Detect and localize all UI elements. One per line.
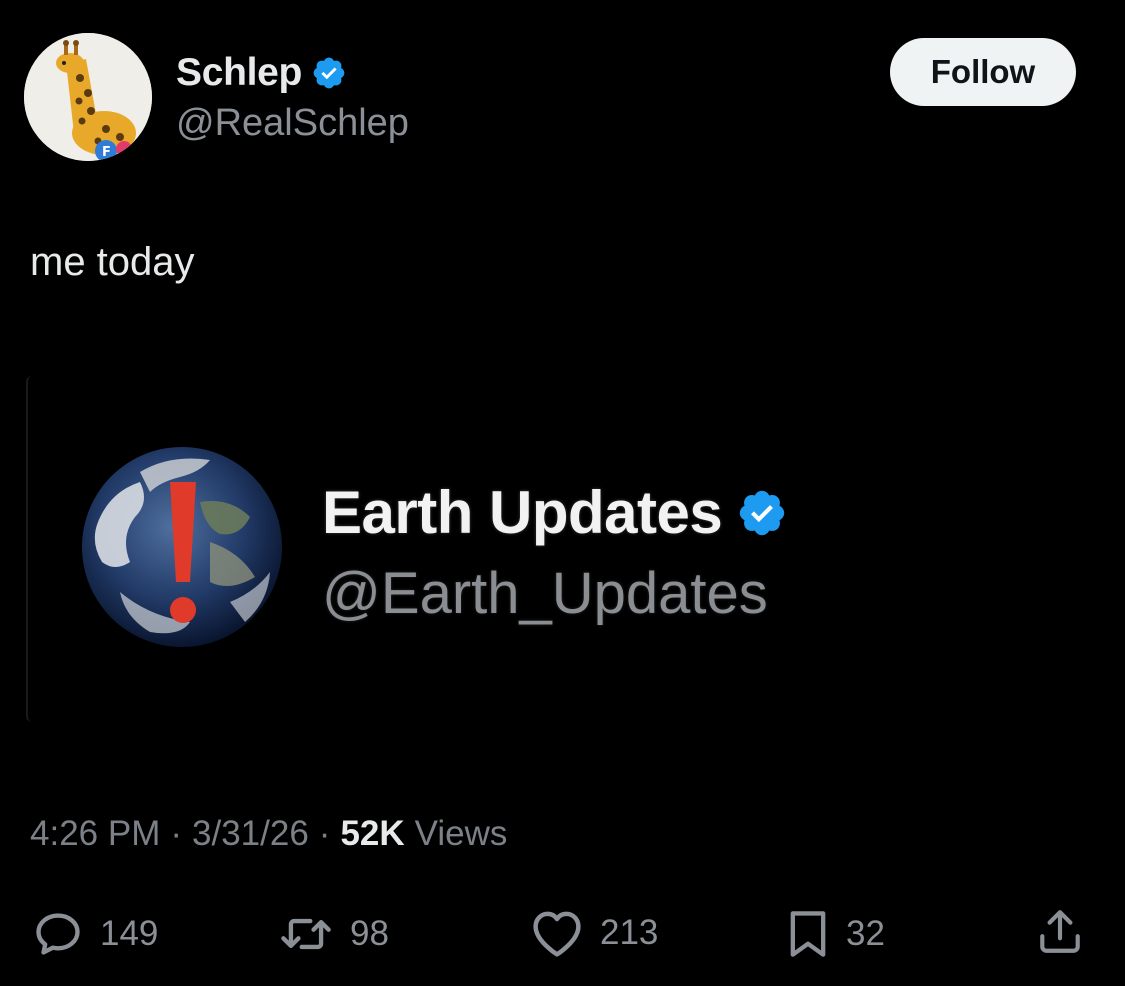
earth-with-exclamation-icon <box>82 447 282 647</box>
views-count[interactable]: 52K <box>340 814 404 854</box>
meta-separator: · <box>318 814 331 853</box>
follow-button[interactable]: Follow <box>890 38 1076 106</box>
bookmark-count: 32 <box>846 914 885 953</box>
views-label[interactable]: Views <box>415 814 508 854</box>
repost-count: 98 <box>350 914 389 953</box>
like-button[interactable]: 213 <box>530 908 658 958</box>
bookmark-button[interactable]: 32 <box>786 908 885 960</box>
verified-badge-icon <box>313 57 345 89</box>
media-verified-badge-icon <box>740 490 785 535</box>
bookmark-icon <box>790 911 826 957</box>
media-account-name: Earth Updates <box>322 479 723 546</box>
media-account-name-row: Earth Updates <box>322 478 788 547</box>
author-name-row[interactable]: Schlep <box>176 48 347 98</box>
author-display-name[interactable]: Schlep <box>176 51 302 95</box>
reply-button[interactable]: 149 <box>32 908 158 960</box>
tweet-date[interactable]: 3/31/26 <box>192 814 309 854</box>
giraffe-avatar-icon: F <box>24 33 152 161</box>
share-button[interactable] <box>1035 906 1085 958</box>
author-handle[interactable]: @RealSchlep <box>176 102 409 145</box>
svg-text:F: F <box>102 145 111 160</box>
meta-separator: · <box>170 814 183 853</box>
like-count: 213 <box>600 913 659 952</box>
author-avatar[interactable]: F <box>24 33 152 161</box>
heart-icon <box>533 911 581 957</box>
repost-icon <box>281 918 331 950</box>
repost-button[interactable]: 98 <box>278 908 389 960</box>
tweet-time[interactable]: 4:26 PM <box>30 814 160 854</box>
reply-icon <box>36 913 80 955</box>
tweet-text: me today <box>30 240 195 284</box>
reply-count: 149 <box>100 914 159 953</box>
tweet-meta: 4:26 PM · 3/31/26 · 52K Views <box>30 814 507 854</box>
media-account-handle: @Earth_Updates <box>322 561 768 626</box>
share-icon <box>1040 910 1080 953</box>
